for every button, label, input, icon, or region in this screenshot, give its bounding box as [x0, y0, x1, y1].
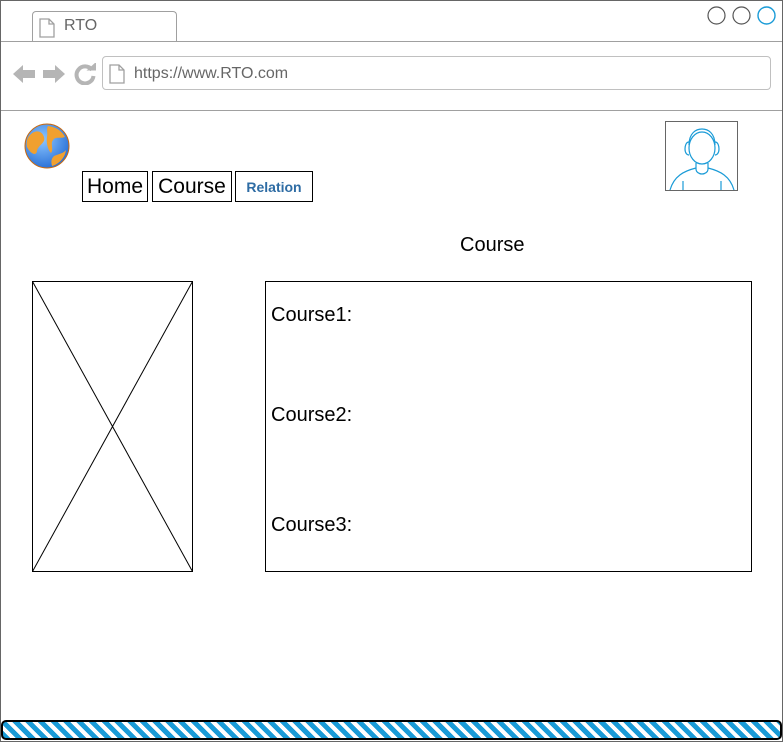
page-icon — [39, 18, 55, 43]
browser-window: RTO https://www.RTO.com Home Course Rela… — [0, 0, 783, 742]
tab-strip: RTO — [1, 1, 782, 42]
browser-toolbar: https://www.RTO.com — [1, 42, 782, 111]
nav-course-button[interactable]: Course — [152, 171, 232, 202]
reload-icon[interactable] — [73, 63, 97, 85]
course-item-3[interactable]: Course3: — [271, 514, 352, 537]
address-bar[interactable]: https://www.RTO.com — [102, 56, 771, 90]
page-title: Course — [460, 234, 525, 256]
back-arrow-icon[interactable] — [12, 63, 36, 85]
course-item-1[interactable]: Course1: — [271, 304, 352, 327]
close-circle-icon[interactable] — [757, 6, 776, 25]
page-icon — [109, 64, 125, 89]
tab-title: RTO — [64, 17, 98, 34]
globe-icon — [24, 123, 70, 169]
user-avatar-icon — [669, 128, 735, 190]
image-placeholder-icon — [32, 281, 193, 572]
course-item-2[interactable]: Course2: — [271, 404, 352, 427]
nav-home-button[interactable]: Home — [82, 171, 148, 202]
minimize-circle-icon[interactable] — [707, 6, 726, 25]
url-text: https://www.RTO.com — [134, 65, 289, 82]
browser-tab[interactable]: RTO — [32, 11, 177, 41]
user-avatar[interactable] — [665, 121, 738, 191]
forward-arrow-icon[interactable] — [42, 63, 66, 85]
maximize-circle-icon[interactable] — [732, 6, 751, 25]
horizontal-scrollbar[interactable] — [1, 720, 782, 740]
nav-relation-button[interactable]: Relation — [235, 171, 313, 202]
course-list-panel: Course1: Course2: Course3: — [265, 281, 752, 572]
